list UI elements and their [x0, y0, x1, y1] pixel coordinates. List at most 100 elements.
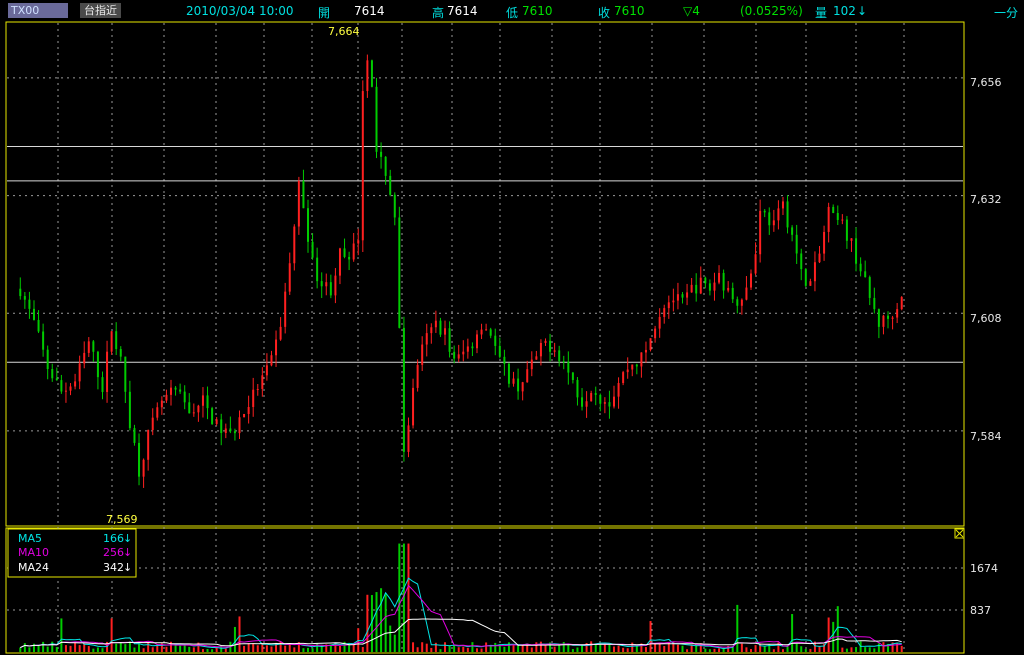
- volume-bar: [864, 647, 867, 652]
- volume-bar: [877, 643, 880, 652]
- candle-body: [681, 294, 684, 298]
- candle-body: [900, 297, 903, 310]
- volume-bar: [42, 641, 45, 652]
- candle-body: [686, 292, 689, 298]
- volume-bar: [763, 645, 766, 652]
- candle-body: [106, 351, 109, 392]
- volume-bar: [19, 647, 22, 652]
- volume-bar: [494, 642, 497, 652]
- candlestick-series: [19, 54, 903, 488]
- volume-bar: [791, 614, 794, 652]
- candle-body: [151, 417, 154, 430]
- candle-body: [763, 210, 766, 213]
- candle-body: [69, 386, 72, 391]
- legend-ma10-label: MA10: [18, 546, 49, 559]
- volume-bar: [658, 643, 661, 652]
- volume-bar: [206, 648, 209, 652]
- candle-body: [485, 329, 488, 331]
- volume-bar: [119, 642, 122, 652]
- candle-body: [448, 328, 451, 352]
- candle-body: [55, 378, 58, 381]
- volume-bar: [608, 644, 611, 652]
- volume-bar: [644, 647, 647, 652]
- volume-bar: [626, 648, 629, 652]
- volume-bar: [521, 645, 524, 652]
- candle-body: [380, 151, 383, 157]
- candle-body: [270, 355, 273, 366]
- candle-body: [215, 419, 218, 424]
- candle-body: [384, 156, 387, 176]
- candle-body: [74, 381, 77, 387]
- candle-body: [375, 86, 378, 152]
- candle-body: [457, 354, 460, 359]
- candle-body: [535, 356, 538, 360]
- candle-body: [32, 308, 35, 320]
- candle-body: [87, 341, 90, 353]
- candle-body: [169, 387, 172, 395]
- candle-body: [471, 346, 474, 349]
- volume-bar: [316, 643, 319, 652]
- candle-body: [663, 308, 666, 317]
- candle-body: [293, 226, 296, 264]
- arrow-down-icon: ↓: [123, 561, 132, 574]
- volume-bar: [338, 645, 341, 652]
- candle-body: [713, 282, 716, 291]
- candle-body: [745, 287, 748, 300]
- candle-body: [366, 60, 369, 92]
- volume-bar: [457, 647, 460, 652]
- candle-body: [343, 248, 346, 257]
- volume-bar: [471, 642, 474, 652]
- candle-body: [302, 181, 305, 209]
- volume-bar: [475, 648, 478, 652]
- volume-bar: [366, 594, 369, 652]
- volume-bar: [462, 646, 465, 652]
- volume-bar: [142, 648, 145, 652]
- high-price-marker: 7,664: [328, 25, 360, 38]
- volume-bar: [590, 641, 593, 652]
- candle-body: [526, 369, 529, 383]
- candle-body: [83, 352, 86, 364]
- volume-bar: [380, 588, 383, 652]
- volume-bar: [55, 647, 58, 652]
- candle-body: [211, 408, 214, 424]
- candle-body: [562, 361, 565, 363]
- candle-body: [503, 356, 506, 364]
- candle-body: [279, 326, 282, 340]
- volume-bar: [28, 647, 31, 652]
- candle-body: [23, 296, 26, 300]
- chart-canvas[interactable]: 7,656 7,632 7,608 7,584 1674 837 7,664 7…: [0, 0, 1024, 655]
- candle-body: [338, 248, 341, 276]
- candle-body: [462, 351, 465, 355]
- volume-bar: [393, 634, 396, 652]
- price-tick: 7,632: [970, 193, 1002, 206]
- volume-bar: [174, 644, 177, 652]
- volume-bar: [375, 592, 378, 652]
- volume-bar: [74, 641, 77, 652]
- candle-body: [887, 315, 890, 319]
- volume-bar: [480, 648, 483, 652]
- volume-bar: [654, 643, 657, 652]
- volume-bar: [818, 646, 821, 652]
- volume-bar: [60, 618, 63, 652]
- volume-bar: [96, 647, 99, 652]
- volume-bar: [444, 642, 447, 652]
- volume-bar: [179, 645, 182, 652]
- volume-bar: [631, 642, 634, 652]
- volume-bar: [124, 644, 127, 652]
- volume-bar: [900, 645, 903, 652]
- candle-body: [781, 201, 784, 209]
- volume-bar: [786, 646, 789, 652]
- candle-body: [571, 372, 574, 380]
- close-box-icon[interactable]: [954, 528, 965, 539]
- volume-bar: [804, 649, 807, 652]
- low-price-marker: 7,569: [106, 513, 138, 526]
- candle-body: [398, 217, 401, 328]
- volume-bar: [453, 645, 456, 652]
- candle-body: [795, 234, 798, 254]
- candle-body: [727, 287, 730, 291]
- volume-bar: [307, 647, 310, 652]
- candle-body: [64, 390, 67, 392]
- arrow-down-icon: ↓: [123, 546, 132, 559]
- volume-bar: [544, 645, 547, 652]
- candle-body: [809, 281, 812, 286]
